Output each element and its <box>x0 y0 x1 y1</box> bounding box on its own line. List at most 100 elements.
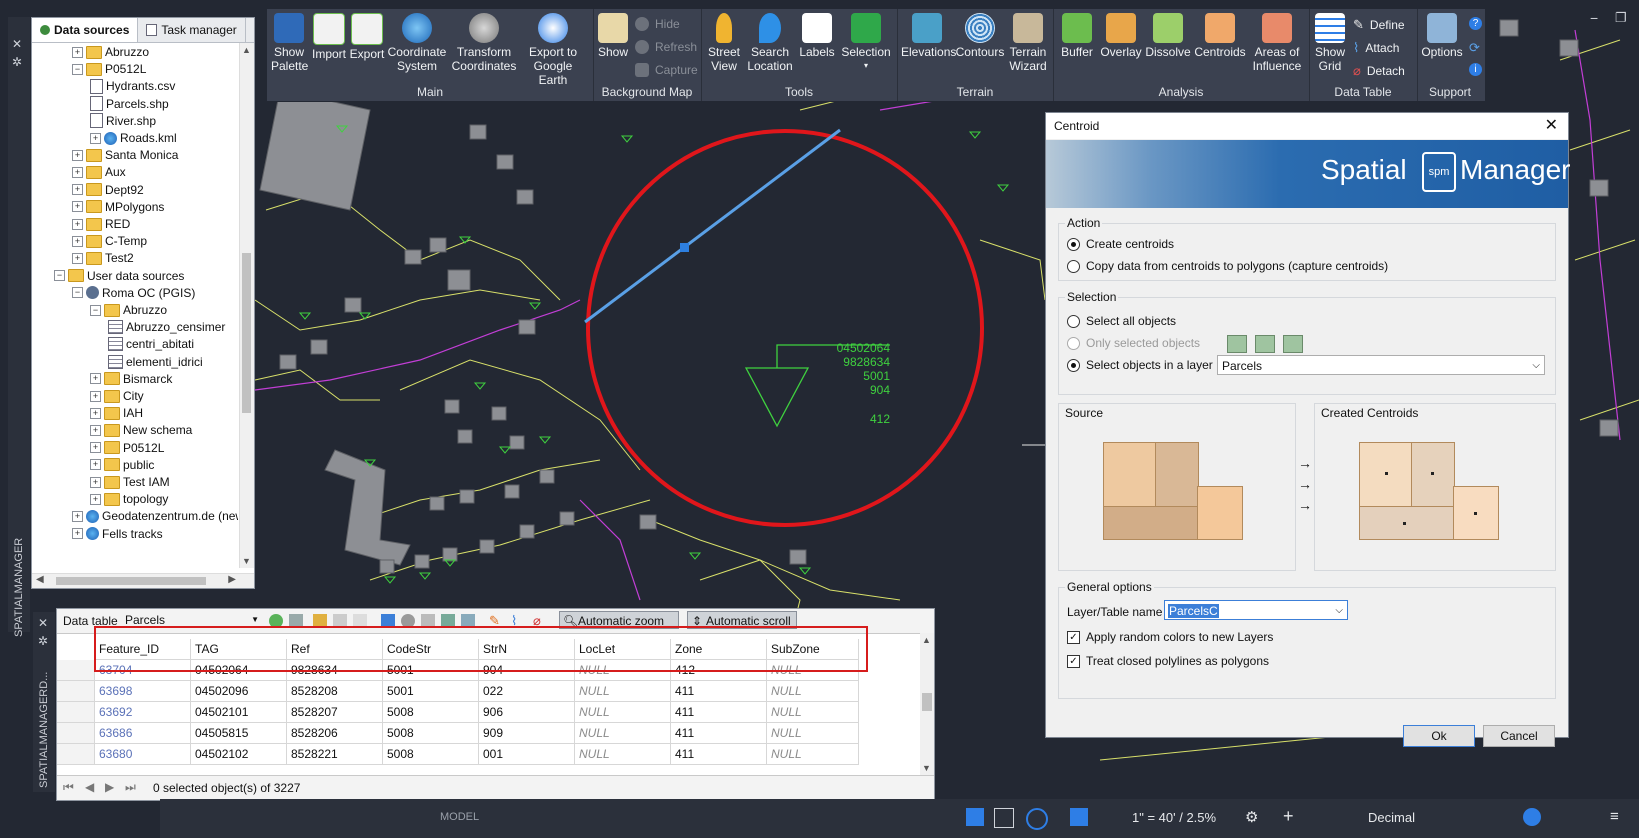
menu-icon[interactable]: ≡ <box>1610 808 1619 825</box>
tree-item[interactable]: − Abruzzo <box>90 301 167 319</box>
tree-item[interactable]: + P0512L <box>90 439 164 457</box>
gear-icon[interactable]: ⚙ <box>1245 808 1258 826</box>
tree-horizontal-scrollbar[interactable]: ◀ ▶ <box>32 573 254 588</box>
random-colors-checkbox[interactable]: ✓ Apply random colors to new Layers <box>1067 630 1273 644</box>
plus-icon[interactable]: + <box>1283 806 1294 827</box>
selection-button[interactable]: Selection ▾ <box>839 13 893 73</box>
table-cell[interactable]: 63692 <box>95 702 191 723</box>
expand-icon[interactable]: + <box>90 459 101 471</box>
define-button[interactable]: ✎ Define <box>1353 17 1405 33</box>
terrain-wizard-button[interactable]: Terrain Wizard <box>1007 13 1049 73</box>
table-cell[interactable]: NULL <box>767 681 859 702</box>
tree-item[interactable]: + IAH <box>90 404 143 422</box>
copy-data-option[interactable]: Copy data from centroids to polygons (ca… <box>1067 259 1388 273</box>
scroll-up-icon[interactable]: ▲ <box>922 635 931 645</box>
model-tab[interactable]: MODEL <box>440 811 479 823</box>
data-source-tree[interactable]: + Abruzzo − P0512L Hydrants.csv Parcels.shp Ri… <box>32 43 238 583</box>
expand-icon[interactable]: + <box>72 184 83 196</box>
street-view-button[interactable]: Street View <box>705 13 743 73</box>
table-cell[interactable]: 411 <box>671 723 767 744</box>
first-record-icon[interactable]: ⏮ <box>63 780 74 795</box>
tree-item[interactable]: + New schema <box>90 421 192 439</box>
expand-icon[interactable]: + <box>72 528 83 540</box>
expand-icon[interactable]: + <box>90 476 101 488</box>
show-background-button[interactable]: Show <box>595 13 631 59</box>
table-cell[interactable]: 8528221 <box>287 744 383 765</box>
tree-item[interactable]: Abruzzo_censimer <box>108 318 225 336</box>
units-select[interactable]: Decimal <box>1368 810 1415 825</box>
table-cell[interactable]: 411 <box>671 681 767 702</box>
snap-icon[interactable] <box>966 808 984 826</box>
table-cell[interactable]: 001 <box>479 744 575 765</box>
table-cell[interactable]: NULL <box>767 723 859 744</box>
row-header[interactable] <box>57 681 95 702</box>
only-selected-option[interactable]: Only selected objects <box>1067 336 1200 350</box>
table-cell[interactable]: 8528208 <box>287 681 383 702</box>
select-window-icon[interactable] <box>1255 335 1275 353</box>
collapse-icon[interactable]: − <box>72 63 83 75</box>
scroll-up-icon[interactable]: ▲ <box>242 45 251 55</box>
tree-item[interactable]: + Test IAM <box>90 473 170 491</box>
table-cell[interactable]: 8528206 <box>287 723 383 744</box>
tree-item[interactable]: + Aux <box>72 163 126 181</box>
tree-item[interactable]: − User data sources <box>54 267 184 285</box>
expand-icon[interactable]: + <box>90 390 101 402</box>
expand-icon[interactable]: + <box>72 510 83 522</box>
table-cell[interactable]: 5008 <box>383 744 479 765</box>
labels-button[interactable]: Labels <box>797 13 837 59</box>
info-icon[interactable]: i <box>1469 63 1482 76</box>
expand-icon[interactable]: + <box>72 218 83 230</box>
table-cell[interactable]: 04502102 <box>191 744 287 765</box>
tree-item[interactable]: − Roma OC (PGIS) <box>72 284 195 302</box>
expand-icon[interactable]: + <box>90 373 101 385</box>
expand-icon[interactable]: + <box>72 252 83 264</box>
tree-item[interactable]: + public <box>90 456 154 474</box>
capture-background-button[interactable]: Capture <box>635 63 698 77</box>
scroll-thumb[interactable] <box>242 253 251 413</box>
close-icon[interactable]: ✕ <box>38 616 48 630</box>
settings-icon[interactable]: ✲ <box>12 55 22 69</box>
last-record-icon[interactable]: ⏭ <box>125 780 136 795</box>
tree-vertical-scrollbar[interactable]: ▲ ▼ <box>239 43 254 568</box>
next-record-icon[interactable]: ▶ <box>105 780 114 794</box>
hide-background-button[interactable]: Hide <box>635 17 680 31</box>
table-cell[interactable]: 411 <box>671 744 767 765</box>
tree-item[interactable]: centri_abitati <box>108 335 194 353</box>
scroll-down-icon[interactable]: ▼ <box>242 556 251 566</box>
grid-vertical-scrollbar[interactable]: ▲ ▼ <box>920 633 934 775</box>
overlay-button[interactable]: Overlay <box>1099 13 1143 59</box>
restore-icon[interactable]: ❐ <box>1615 10 1627 26</box>
minimize-icon[interactable]: − <box>1590 10 1598 26</box>
expand-icon[interactable]: + <box>72 166 83 178</box>
expand-icon[interactable]: + <box>90 424 101 436</box>
table-cell[interactable]: 04502096 <box>191 681 287 702</box>
table-cell[interactable]: NULL <box>575 702 671 723</box>
tree-item[interactable]: elementi_idrici <box>108 353 203 371</box>
create-centroids-option[interactable]: Create centroids <box>1067 237 1174 251</box>
collapse-icon[interactable]: − <box>54 270 65 282</box>
table-cell[interactable]: 411 <box>671 702 767 723</box>
options-button[interactable]: Options <box>1419 13 1465 59</box>
attach-button[interactable]: ⌇ Attach <box>1353 40 1399 56</box>
tree-item[interactable]: + Geodatenzentrum.de (new <box>72 507 238 525</box>
transform-coordinates-button[interactable]: Transform Coordinates <box>451 13 517 73</box>
isolate-icon[interactable] <box>1026 808 1048 830</box>
table-cell[interactable]: 04502101 <box>191 702 287 723</box>
buffer-button[interactable]: Buffer <box>1057 13 1097 59</box>
row-header[interactable] <box>57 660 95 681</box>
tree-item[interactable]: + Dept92 <box>72 181 144 199</box>
tree-item[interactable]: + Fells tracks <box>72 525 163 543</box>
workspace-icon[interactable] <box>994 808 1014 828</box>
scroll-right-icon[interactable]: ▶ <box>228 574 236 585</box>
refresh-background-button[interactable]: Refresh <box>635 40 697 54</box>
expand-icon[interactable]: + <box>72 46 83 58</box>
layer-name-input[interactable]: ParcelsC ⌵ <box>1164 600 1348 620</box>
table-cell[interactable]: 909 <box>479 723 575 744</box>
row-header[interactable] <box>57 723 95 744</box>
table-cell[interactable]: NULL <box>767 702 859 723</box>
collapse-icon[interactable]: − <box>72 287 83 299</box>
select-in-layer-option[interactable]: Select objects in a layer <box>1067 358 1213 372</box>
table-cell[interactable]: 63680 <box>95 744 191 765</box>
show-grid-button[interactable]: Show Grid <box>1311 13 1349 73</box>
close-icon[interactable]: ✕ <box>12 37 22 51</box>
